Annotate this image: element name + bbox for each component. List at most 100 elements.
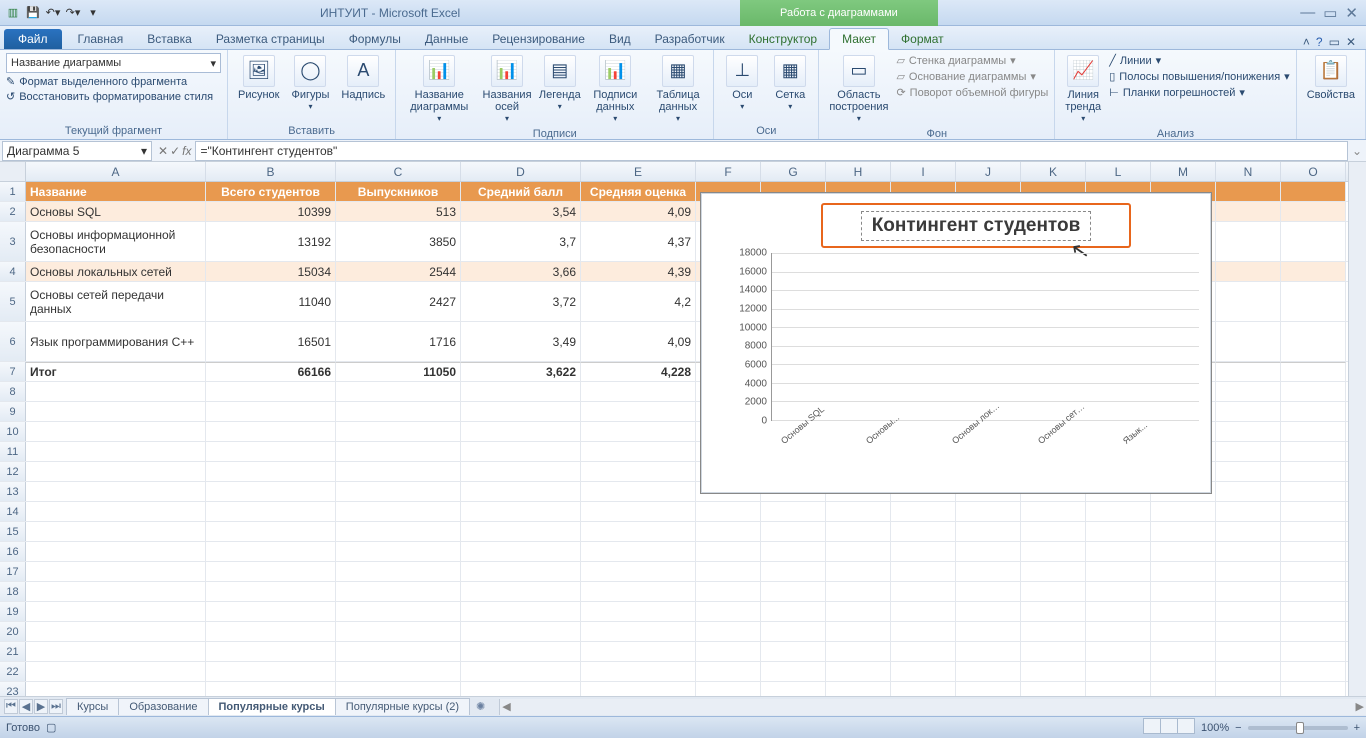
cell[interactable]: [956, 602, 1021, 621]
cell[interactable]: [206, 402, 336, 421]
tab-chart-design[interactable]: Конструктор: [737, 29, 829, 49]
last-sheet-icon[interactable]: ⏭: [49, 699, 63, 714]
cancel-icon[interactable]: ✕: [158, 144, 168, 158]
cell[interactable]: [461, 442, 581, 461]
cell[interactable]: [696, 522, 761, 541]
page-break-view-icon[interactable]: [1177, 718, 1195, 734]
cell[interactable]: [26, 662, 206, 681]
cell[interactable]: 4,09: [581, 322, 696, 361]
undo-icon[interactable]: ↶▾: [44, 4, 62, 22]
tab-data[interactable]: Данные: [413, 29, 480, 49]
cell[interactable]: [336, 502, 461, 521]
expand-formula-icon[interactable]: ⌄: [1348, 144, 1366, 158]
cell[interactable]: [1086, 562, 1151, 581]
cell[interactable]: [206, 682, 336, 696]
cell[interactable]: [336, 682, 461, 696]
cell[interactable]: [891, 642, 956, 661]
cell[interactable]: [956, 582, 1021, 601]
cell[interactable]: [891, 662, 956, 681]
cell[interactable]: 66166: [206, 362, 336, 381]
tab-file[interactable]: Файл: [4, 29, 62, 49]
cell[interactable]: [26, 422, 206, 441]
cell[interactable]: [1151, 522, 1216, 541]
cell[interactable]: [206, 462, 336, 481]
cell[interactable]: 15034: [206, 262, 336, 281]
cell[interactable]: Основы SQL: [26, 202, 206, 221]
cell[interactable]: [1086, 542, 1151, 561]
cell[interactable]: [761, 622, 826, 641]
cell[interactable]: [1281, 262, 1346, 281]
cell[interactable]: [581, 542, 696, 561]
cell[interactable]: [1281, 222, 1346, 261]
col-header-F[interactable]: F: [696, 162, 761, 181]
cell[interactable]: [761, 522, 826, 541]
col-header-K[interactable]: K: [1021, 162, 1086, 181]
col-header-H[interactable]: H: [826, 162, 891, 181]
page-layout-view-icon[interactable]: [1160, 718, 1178, 734]
cell[interactable]: [761, 662, 826, 681]
col-header-E[interactable]: E: [581, 162, 696, 181]
cell[interactable]: 13192: [206, 222, 336, 261]
cell[interactable]: [581, 662, 696, 681]
updown-bars-button[interactable]: ▯Полосы повышения/понижения ▾: [1109, 69, 1289, 84]
cell[interactable]: 4,39: [581, 262, 696, 281]
cell[interactable]: [696, 562, 761, 581]
cell[interactable]: [1281, 382, 1346, 401]
cell[interactable]: [1021, 502, 1086, 521]
tab-view[interactable]: Вид: [597, 29, 643, 49]
plot-area[interactable]: 0200040006000800010000120001400016000180…: [731, 253, 1199, 481]
first-sheet-icon[interactable]: ⏮: [4, 699, 18, 714]
cell[interactable]: [1021, 662, 1086, 681]
row-header[interactable]: 1: [0, 182, 26, 201]
cell[interactable]: [336, 422, 461, 441]
row-header[interactable]: 4: [0, 262, 26, 281]
cell[interactable]: [581, 442, 696, 461]
cell[interactable]: [891, 502, 956, 521]
cell[interactable]: [1151, 602, 1216, 621]
cell[interactable]: [1216, 182, 1281, 201]
cell[interactable]: 4,2: [581, 282, 696, 321]
cell[interactable]: 2427: [336, 282, 461, 321]
cell[interactable]: [1216, 362, 1281, 381]
cell[interactable]: [26, 602, 206, 621]
cell[interactable]: [891, 682, 956, 696]
cell[interactable]: [956, 542, 1021, 561]
cell[interactable]: [1021, 602, 1086, 621]
col-header-N[interactable]: N: [1216, 162, 1281, 181]
cell[interactable]: [461, 642, 581, 661]
col-header-G[interactable]: G: [761, 162, 826, 181]
cell[interactable]: [1216, 542, 1281, 561]
cell[interactable]: [336, 382, 461, 401]
cell[interactable]: [956, 522, 1021, 541]
cell[interactable]: [461, 382, 581, 401]
cell[interactable]: [461, 502, 581, 521]
sheet-tab[interactable]: Популярные курсы (2): [335, 698, 470, 715]
cell[interactable]: [1281, 622, 1346, 641]
cell[interactable]: Основы информационной безопасности: [26, 222, 206, 261]
cell[interactable]: [1281, 282, 1346, 321]
cell[interactable]: [1086, 502, 1151, 521]
col-header-C[interactable]: C: [336, 162, 461, 181]
cell[interactable]: [26, 622, 206, 641]
cell[interactable]: [826, 542, 891, 561]
cell[interactable]: [826, 582, 891, 601]
cell[interactable]: [581, 462, 696, 481]
cell[interactable]: [1281, 202, 1346, 221]
cell[interactable]: [696, 502, 761, 521]
cell[interactable]: [826, 682, 891, 696]
cell[interactable]: [336, 442, 461, 461]
cell[interactable]: [581, 402, 696, 421]
cell[interactable]: [206, 502, 336, 521]
picture-button[interactable]: 🖼Рисунок: [234, 53, 284, 103]
cell[interactable]: [336, 662, 461, 681]
cell[interactable]: [1216, 682, 1281, 696]
cell[interactable]: [1216, 502, 1281, 521]
cell[interactable]: [1216, 582, 1281, 601]
cell[interactable]: [1151, 642, 1216, 661]
cell[interactable]: [1281, 562, 1346, 581]
row-header[interactable]: 22: [0, 662, 26, 681]
cell[interactable]: [1281, 542, 1346, 561]
cell[interactable]: [826, 562, 891, 581]
row-header[interactable]: 19: [0, 602, 26, 621]
cell[interactable]: [206, 522, 336, 541]
